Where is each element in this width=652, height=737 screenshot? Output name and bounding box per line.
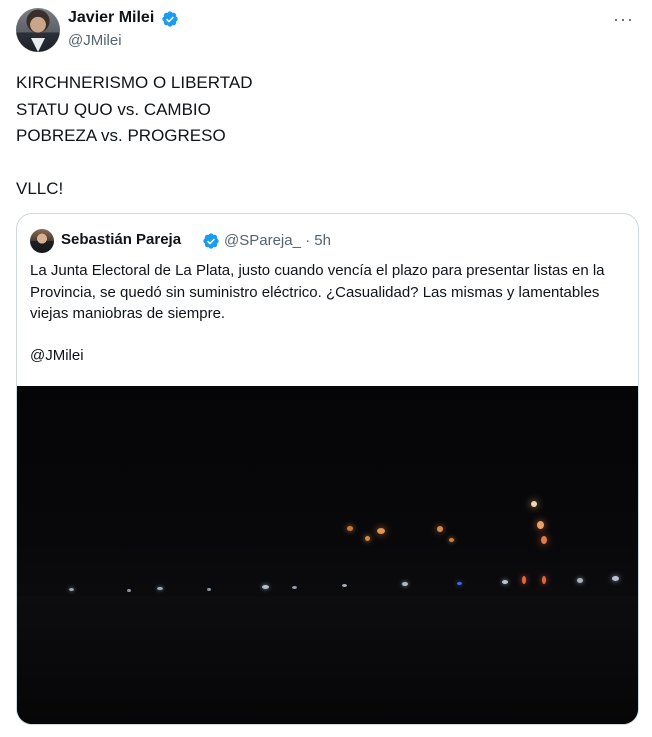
quote-video[interactable] xyxy=(17,386,638,724)
quote-mention[interactable]: @JMilei xyxy=(30,347,84,364)
tweet-line: KIRCHNERISMO O LIBERTAD xyxy=(16,73,253,92)
quote-author-name[interactable]: Sebastián Pareja xyxy=(61,231,181,248)
tweet-line: POBREZA vs. PROGRESO xyxy=(16,126,226,145)
tweet-line: STATU QUO vs. CAMBIO xyxy=(16,99,211,119)
tweet: Javier Milei @JMilei ··· KIRCHNERISMO O … xyxy=(0,0,652,737)
quote-meta: @SPareja_ · 5h xyxy=(224,232,331,249)
quote-timestamp[interactable]: 5h xyxy=(314,232,331,249)
tweet-line: VLLC! xyxy=(16,179,64,198)
author-avatar[interactable] xyxy=(16,8,60,52)
verified-badge-icon[interactable] xyxy=(161,10,179,28)
quote-author-avatar[interactable] xyxy=(30,229,54,253)
verified-badge-icon xyxy=(203,233,219,249)
author-handle[interactable]: @JMilei xyxy=(68,32,122,49)
author-name[interactable]: Javier Milei xyxy=(68,9,154,27)
tweet-text: KIRCHNERISMO O LIBERTAD STATU QUO vs. CA… xyxy=(16,70,252,203)
quote-text: La Junta Electoral de La Plata, justo cu… xyxy=(30,262,605,322)
separator-dot: · xyxy=(305,232,311,249)
quoted-tweet[interactable]: Sebastián Pareja @SPareja_ · 5h La Junta… xyxy=(16,213,639,725)
quote-author-handle[interactable]: @SPareja_ xyxy=(224,232,301,249)
more-dots-icon[interactable]: ··· xyxy=(613,10,634,28)
